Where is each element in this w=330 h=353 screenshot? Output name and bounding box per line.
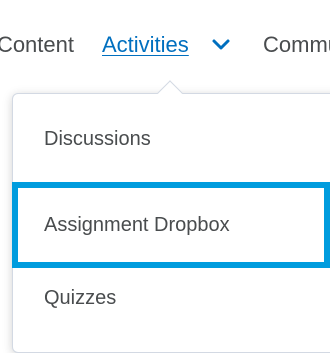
menu-item-discussions[interactable]: Discussions [12, 96, 330, 182]
nav-communication-label: Communication [263, 32, 330, 57]
menu-item-label: Quizzes [44, 287, 117, 309]
nav-content-label: Content [0, 32, 74, 57]
nav-communication[interactable]: Communication [263, 30, 330, 60]
nav-activities-label: Activities [102, 32, 189, 57]
top-navigation: Content Activities Communication [0, 0, 330, 92]
menu-item-quizzes[interactable]: Quizzes [12, 255, 330, 341]
nav-activities[interactable]: Activities [102, 30, 189, 60]
menu-item-label: Discussions [44, 128, 151, 150]
chevron-down-icon[interactable] [211, 38, 231, 52]
menu-item-label: Assignment Dropbox [44, 214, 230, 236]
nav-content[interactable]: Content [0, 30, 74, 60]
